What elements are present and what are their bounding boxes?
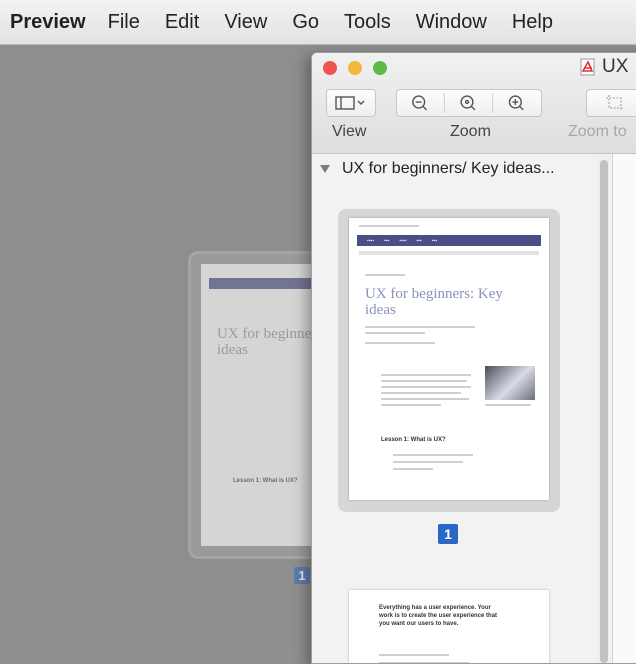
page-number-badge: 1 [438, 524, 458, 544]
page-body-line [393, 454, 473, 456]
window-title: UX [580, 56, 628, 78]
preview-window: UX View Zoom Zoom to UX for beginners/ K… [311, 52, 636, 664]
page-breadcrumb-line [359, 251, 539, 255]
sidebar-document-header[interactable]: UX for beginners/ Key ideas... [320, 160, 555, 178]
document-name: UX [602, 56, 629, 77]
menu-edit[interactable]: Edit [165, 11, 199, 34]
document-content-area[interactable] [612, 154, 636, 663]
sidebar-view-icon [335, 96, 365, 110]
page-meta-line [365, 326, 475, 328]
menu-window[interactable]: Window [416, 11, 487, 34]
page-meta-line [365, 342, 435, 344]
page-body-line [381, 374, 471, 376]
sidebar-scrollbar-thumb[interactable] [600, 160, 608, 663]
disclosure-triangle-icon[interactable] [320, 165, 330, 173]
page-caption-line [485, 404, 531, 406]
menu-view[interactable]: View [224, 11, 267, 34]
menu-app-preview[interactable]: Preview [10, 11, 86, 34]
page-meta-line [365, 332, 425, 334]
menu-file[interactable]: File [108, 11, 140, 34]
ghost-page-subheading: Lesson 1: What is UX? [233, 478, 298, 484]
window-titlebar: UX View Zoom Zoom to [312, 53, 636, 154]
fullscreen-button[interactable] [373, 61, 387, 75]
minimize-button[interactable] [348, 61, 362, 75]
crop-selection-icon [606, 95, 624, 111]
zoom-in-icon[interactable] [508, 95, 524, 111]
page-kicker-line [365, 274, 405, 276]
page-image [485, 366, 535, 400]
page-heading: UX for beginners: Key ideas [365, 286, 503, 318]
page-nav-bar: ▪▪▪▪ ▪▪▪ ▪▪▪▪ ▪▪▪ ▪▪▪ [357, 235, 541, 246]
thumbnail-sidebar: UX for beginners/ Key ideas... ▪▪▪▪ ▪▪▪ ▪▪… [312, 154, 612, 663]
page-body-line [379, 654, 449, 656]
page-2-heading: Everything has a user experience. Your w… [379, 605, 498, 627]
menu-go[interactable]: Go [292, 11, 319, 34]
menu-tools[interactable]: Tools [344, 11, 391, 34]
menu-bar: Preview File Edit View Go Tools Window H… [0, 0, 636, 45]
page-body-line [393, 468, 433, 470]
menu-help[interactable]: Help [512, 11, 553, 34]
page-thumbnail-2[interactable]: Everything has a user experience. Your w… [349, 590, 549, 663]
zoom-button-group [396, 89, 542, 117]
page-body-line [381, 386, 471, 388]
zoom-to-label: Zoom to [568, 123, 627, 140]
page-body-line [381, 404, 441, 406]
view-label: View [332, 123, 367, 140]
page-body-line [381, 380, 467, 382]
page-body-line [381, 398, 469, 400]
zoom-buttons [412, 93, 524, 113]
ghost-page-number: 1 [294, 567, 310, 584]
zoom-out-icon[interactable] [412, 95, 428, 111]
view-menu-button[interactable] [326, 89, 376, 117]
close-button[interactable] [323, 61, 337, 75]
zoom-to-selection-button[interactable] [586, 89, 636, 117]
actual-size-icon[interactable] [460, 95, 476, 111]
sidebar-document-title: UX for beginners/ Key ideas... [342, 160, 555, 177]
page-body-line [393, 461, 463, 463]
page-body-line [381, 392, 461, 394]
page-thumbnail-1[interactable]: ▪▪▪▪ ▪▪▪ ▪▪▪▪ ▪▪▪ ▪▪▪ UX for beginners: Key … [349, 218, 549, 500]
page-subheading: Lesson 1: What is UX? [381, 437, 446, 443]
page-header-line [359, 225, 419, 227]
pdf-document-icon [580, 58, 595, 76]
zoom-label: Zoom [450, 123, 491, 140]
